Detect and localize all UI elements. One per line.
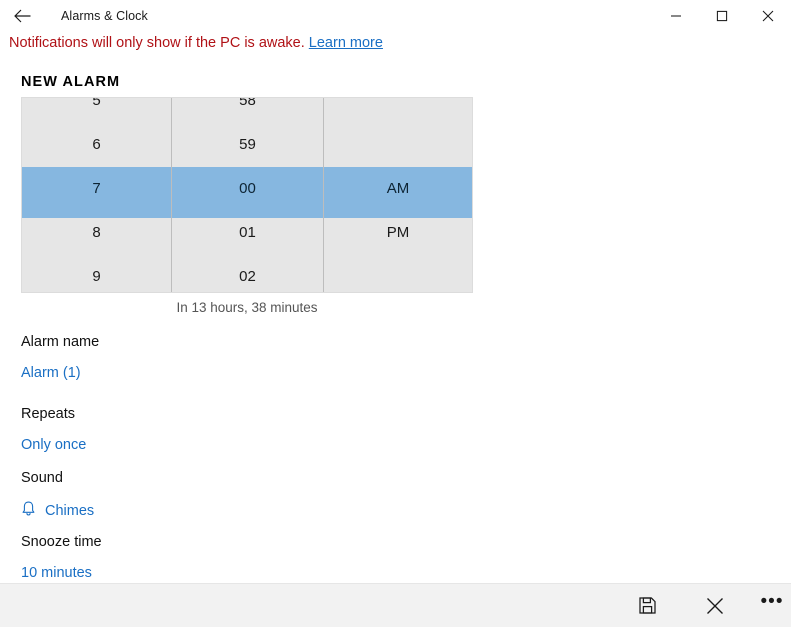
alarm-name-field: Alarm name Alarm (1) — [21, 333, 99, 382]
hour-option-selected[interactable]: 7 — [22, 167, 171, 211]
save-floppy-icon — [638, 596, 657, 615]
bell-icon — [21, 500, 36, 522]
hour-option[interactable]: 8 — [22, 211, 171, 255]
learn-more-link[interactable]: Learn more — [309, 35, 383, 51]
more-options-button[interactable]: ••• — [748, 584, 791, 627]
maximize-button[interactable] — [699, 0, 745, 32]
hour-option[interactable]: 9 — [22, 255, 171, 292]
minute-option-selected[interactable]: 00 — [172, 167, 323, 211]
command-bar: ••• — [0, 583, 791, 627]
maximize-icon — [716, 10, 728, 22]
sound-value-text: Chimes — [45, 503, 95, 519]
window-controls — [653, 0, 791, 32]
repeats-field: Repeats Only once — [21, 405, 86, 454]
period-column[interactable]: AM PM — [324, 98, 472, 292]
save-button[interactable] — [623, 584, 671, 627]
cancel-button[interactable] — [691, 584, 739, 627]
sound-value[interactable]: Chimes — [21, 500, 94, 522]
snooze-time-field: Snooze time 10 minutes — [21, 533, 102, 582]
title-bar: Alarms & Clock — [0, 0, 791, 32]
hour-option[interactable]: 5 — [22, 98, 171, 123]
snooze-time-value[interactable]: 10 minutes — [21, 564, 92, 582]
alarm-name-label: Alarm name — [21, 334, 100, 350]
period-option-empty — [324, 123, 472, 167]
period-option-empty — [324, 98, 472, 123]
notification-text: Notifications will only show if the PC i… — [9, 35, 305, 51]
minute-option[interactable]: 02 — [172, 255, 323, 292]
minute-option[interactable]: 59 — [172, 123, 323, 167]
page-title: NEW ALARM — [21, 74, 121, 90]
notification-banner: Notifications will only show if the PC i… — [9, 35, 383, 51]
minute-option[interactable]: 01 — [172, 211, 323, 255]
period-option-empty — [324, 255, 472, 292]
close-x-icon — [705, 596, 725, 616]
back-button[interactable] — [0, 0, 44, 32]
minute-column[interactable]: 58 59 00 01 02 — [172, 98, 324, 292]
close-icon — [762, 10, 774, 22]
sound-field: Sound Chimes — [21, 469, 94, 522]
back-arrow-icon — [13, 9, 31, 23]
snooze-time-label: Snooze time — [21, 534, 102, 550]
time-until-alarm-text: In 13 hours, 38 minutes — [176, 300, 318, 315]
period-option[interactable]: PM — [324, 211, 472, 255]
minimize-icon — [670, 10, 682, 22]
hour-column[interactable]: 5 6 7 8 9 — [22, 98, 172, 292]
minute-option[interactable]: 58 — [172, 98, 323, 123]
alarm-name-value[interactable]: Alarm (1) — [21, 364, 81, 382]
minimize-button[interactable] — [653, 0, 699, 32]
repeats-value[interactable]: Only once — [21, 436, 86, 454]
close-button[interactable] — [745, 0, 791, 32]
hour-option[interactable]: 6 — [22, 123, 171, 167]
sound-label: Sound — [21, 470, 63, 486]
repeats-label: Repeats — [21, 406, 76, 422]
app-title: Alarms & Clock — [61, 9, 148, 23]
ellipsis-icon: ••• — [760, 591, 784, 612]
period-option-selected[interactable]: AM — [324, 167, 472, 211]
time-picker[interactable]: 5 6 7 8 9 58 59 00 01 02 AM PM — [21, 97, 473, 293]
